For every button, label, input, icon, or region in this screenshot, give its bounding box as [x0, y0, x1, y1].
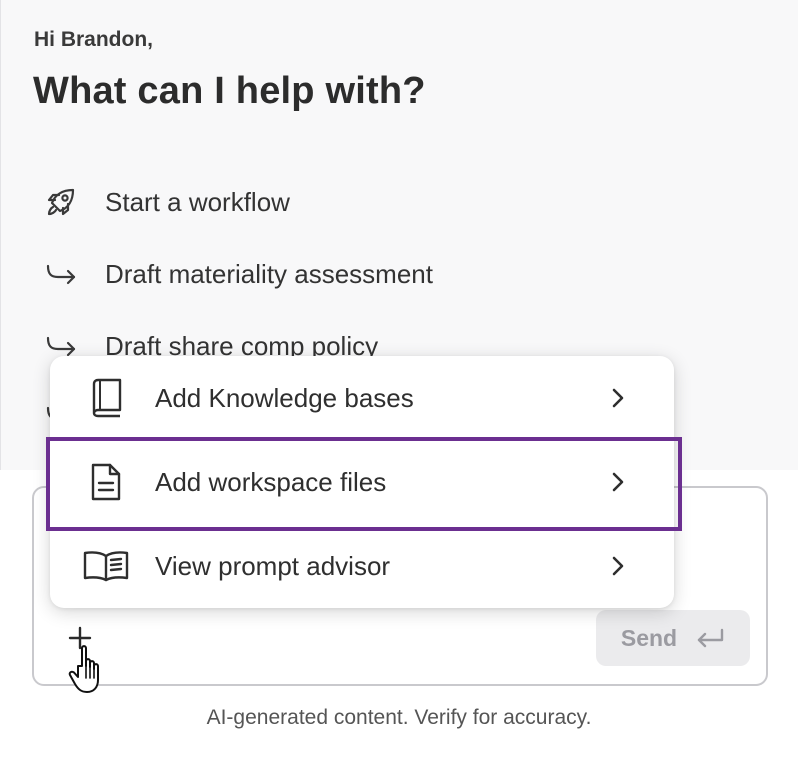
- menu-item-label: Add Knowledge bases: [155, 382, 414, 413]
- send-button-label: Send: [620, 624, 678, 651]
- hand-cursor-icon: [68, 644, 112, 696]
- add-context-menu: Add Knowledge bases Add workspace files: [50, 356, 674, 608]
- assistant-page: Hi Brandon, What can I help with? Start …: [0, 0, 798, 768]
- menu-item-view-prompt-advisor[interactable]: View prompt advisor: [50, 524, 674, 608]
- page-title: What can I help with?: [33, 70, 426, 112]
- chevron-right-icon: [606, 470, 630, 494]
- ai-disclaimer: AI-generated content. Verify for accurac…: [206, 706, 592, 729]
- menu-item-label: View prompt advisor: [155, 550, 391, 581]
- chevron-right-icon: [606, 554, 630, 578]
- return-arrow-icon: [697, 628, 724, 648]
- chevron-right-icon: [606, 386, 630, 410]
- open-book-icon: [82, 542, 130, 590]
- suggestion-materiality[interactable]: Draft materiality assessment: [41, 254, 433, 294]
- rocket-icon: [41, 182, 81, 222]
- greeting: Hi Brandon,: [34, 28, 153, 51]
- menu-item-add-knowledge-bases[interactable]: Add Knowledge bases: [50, 356, 674, 440]
- menu-item-add-workspace-files[interactable]: Add workspace files: [50, 440, 674, 524]
- arrow-return-right-icon: [41, 254, 81, 294]
- send-button[interactable]: Send: [596, 610, 750, 666]
- suggestion-start-workflow[interactable]: Start a workflow: [41, 182, 290, 222]
- suggestion-label: Start a workflow: [105, 186, 290, 217]
- menu-item-label: Add workspace files: [155, 466, 387, 497]
- suggestion-label: Draft materiality assessment: [105, 258, 433, 289]
- book-icon: [82, 374, 130, 422]
- document-icon: [82, 458, 130, 506]
